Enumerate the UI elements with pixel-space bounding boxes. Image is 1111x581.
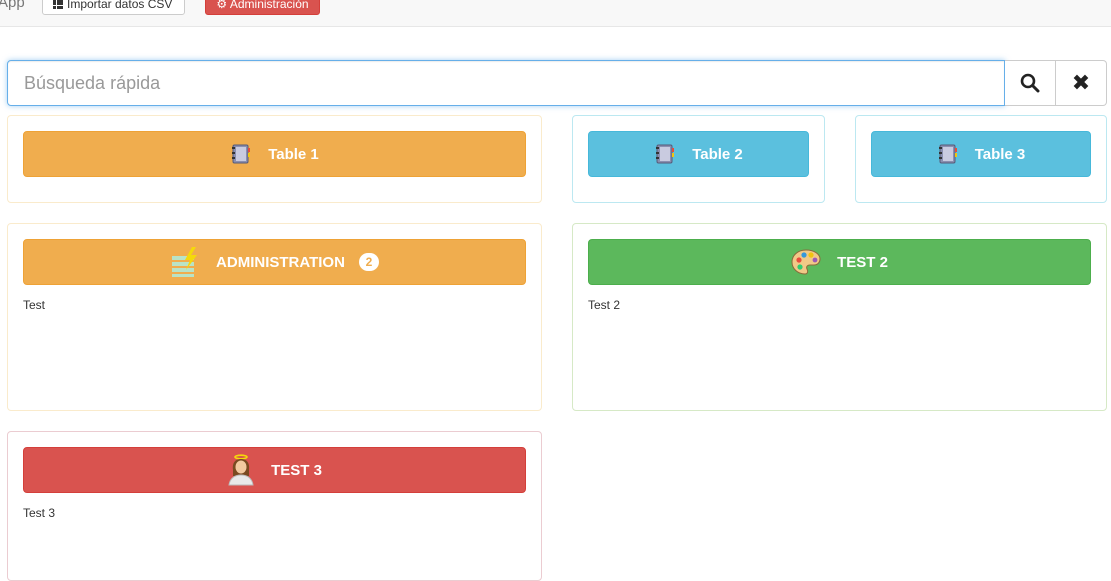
table-1-label: Table 1 — [268, 145, 319, 163]
table-2-button[interactable]: Table 2 — [588, 131, 809, 177]
palette-icon — [791, 248, 821, 276]
card-test-2: TEST 2 Test 2 — [572, 223, 1107, 411]
test-2-button[interactable]: TEST 2 — [588, 239, 1091, 285]
test-3-description: Test 3 — [23, 506, 56, 520]
count-badge: 2 — [358, 253, 379, 271]
card-table-2: Table 2 — [572, 115, 825, 203]
grid-icon — [53, 0, 63, 9]
notebook-icon — [937, 143, 959, 165]
search-button[interactable] — [1005, 60, 1056, 106]
table-3-button[interactable]: Table 3 — [871, 131, 1091, 177]
card-administration: ADMINISTRATION 2 Test — [7, 223, 542, 411]
administration-label: ADMINISTRATION — [216, 253, 345, 271]
quick-search-input[interactable] — [7, 60, 1005, 106]
top-navbar: App Importar datos CSV ⚙ Administración — [0, 0, 1111, 27]
table-1-button[interactable]: Table 1 — [23, 131, 526, 177]
test-3-button[interactable]: TEST 3 — [23, 447, 526, 493]
table-2-label: Table 2 — [692, 145, 743, 163]
quick-search-group: ✖ — [7, 60, 1107, 106]
person-icon — [227, 454, 255, 486]
test-2-description: Test 2 — [588, 298, 621, 312]
test-3-label: TEST 3 — [271, 461, 322, 479]
stack-lightning-icon — [170, 246, 200, 278]
administration-description: Test — [23, 298, 46, 312]
clear-search-button[interactable]: ✖ — [1056, 60, 1107, 106]
test-2-label: TEST 2 — [837, 253, 888, 271]
search-icon — [1020, 73, 1040, 93]
notebook-icon — [230, 143, 252, 165]
close-icon: ✖ — [1071, 70, 1091, 96]
card-table-3: Table 3 — [855, 115, 1107, 203]
administration-button[interactable]: ⚙ Administración — [205, 0, 320, 15]
table-3-label: Table 3 — [974, 145, 1026, 163]
card-table-1: Table 1 — [7, 115, 542, 203]
import-csv-label: Importar datos CSV — [67, 0, 173, 11]
notebook-icon — [654, 143, 676, 165]
card-test-3: TEST 3 Test 3 — [7, 431, 542, 581]
administration-card-button[interactable]: ADMINISTRATION 2 — [23, 239, 526, 285]
import-csv-button[interactable]: Importar datos CSV — [42, 0, 185, 15]
app-brand[interactable]: App — [0, 0, 25, 11]
